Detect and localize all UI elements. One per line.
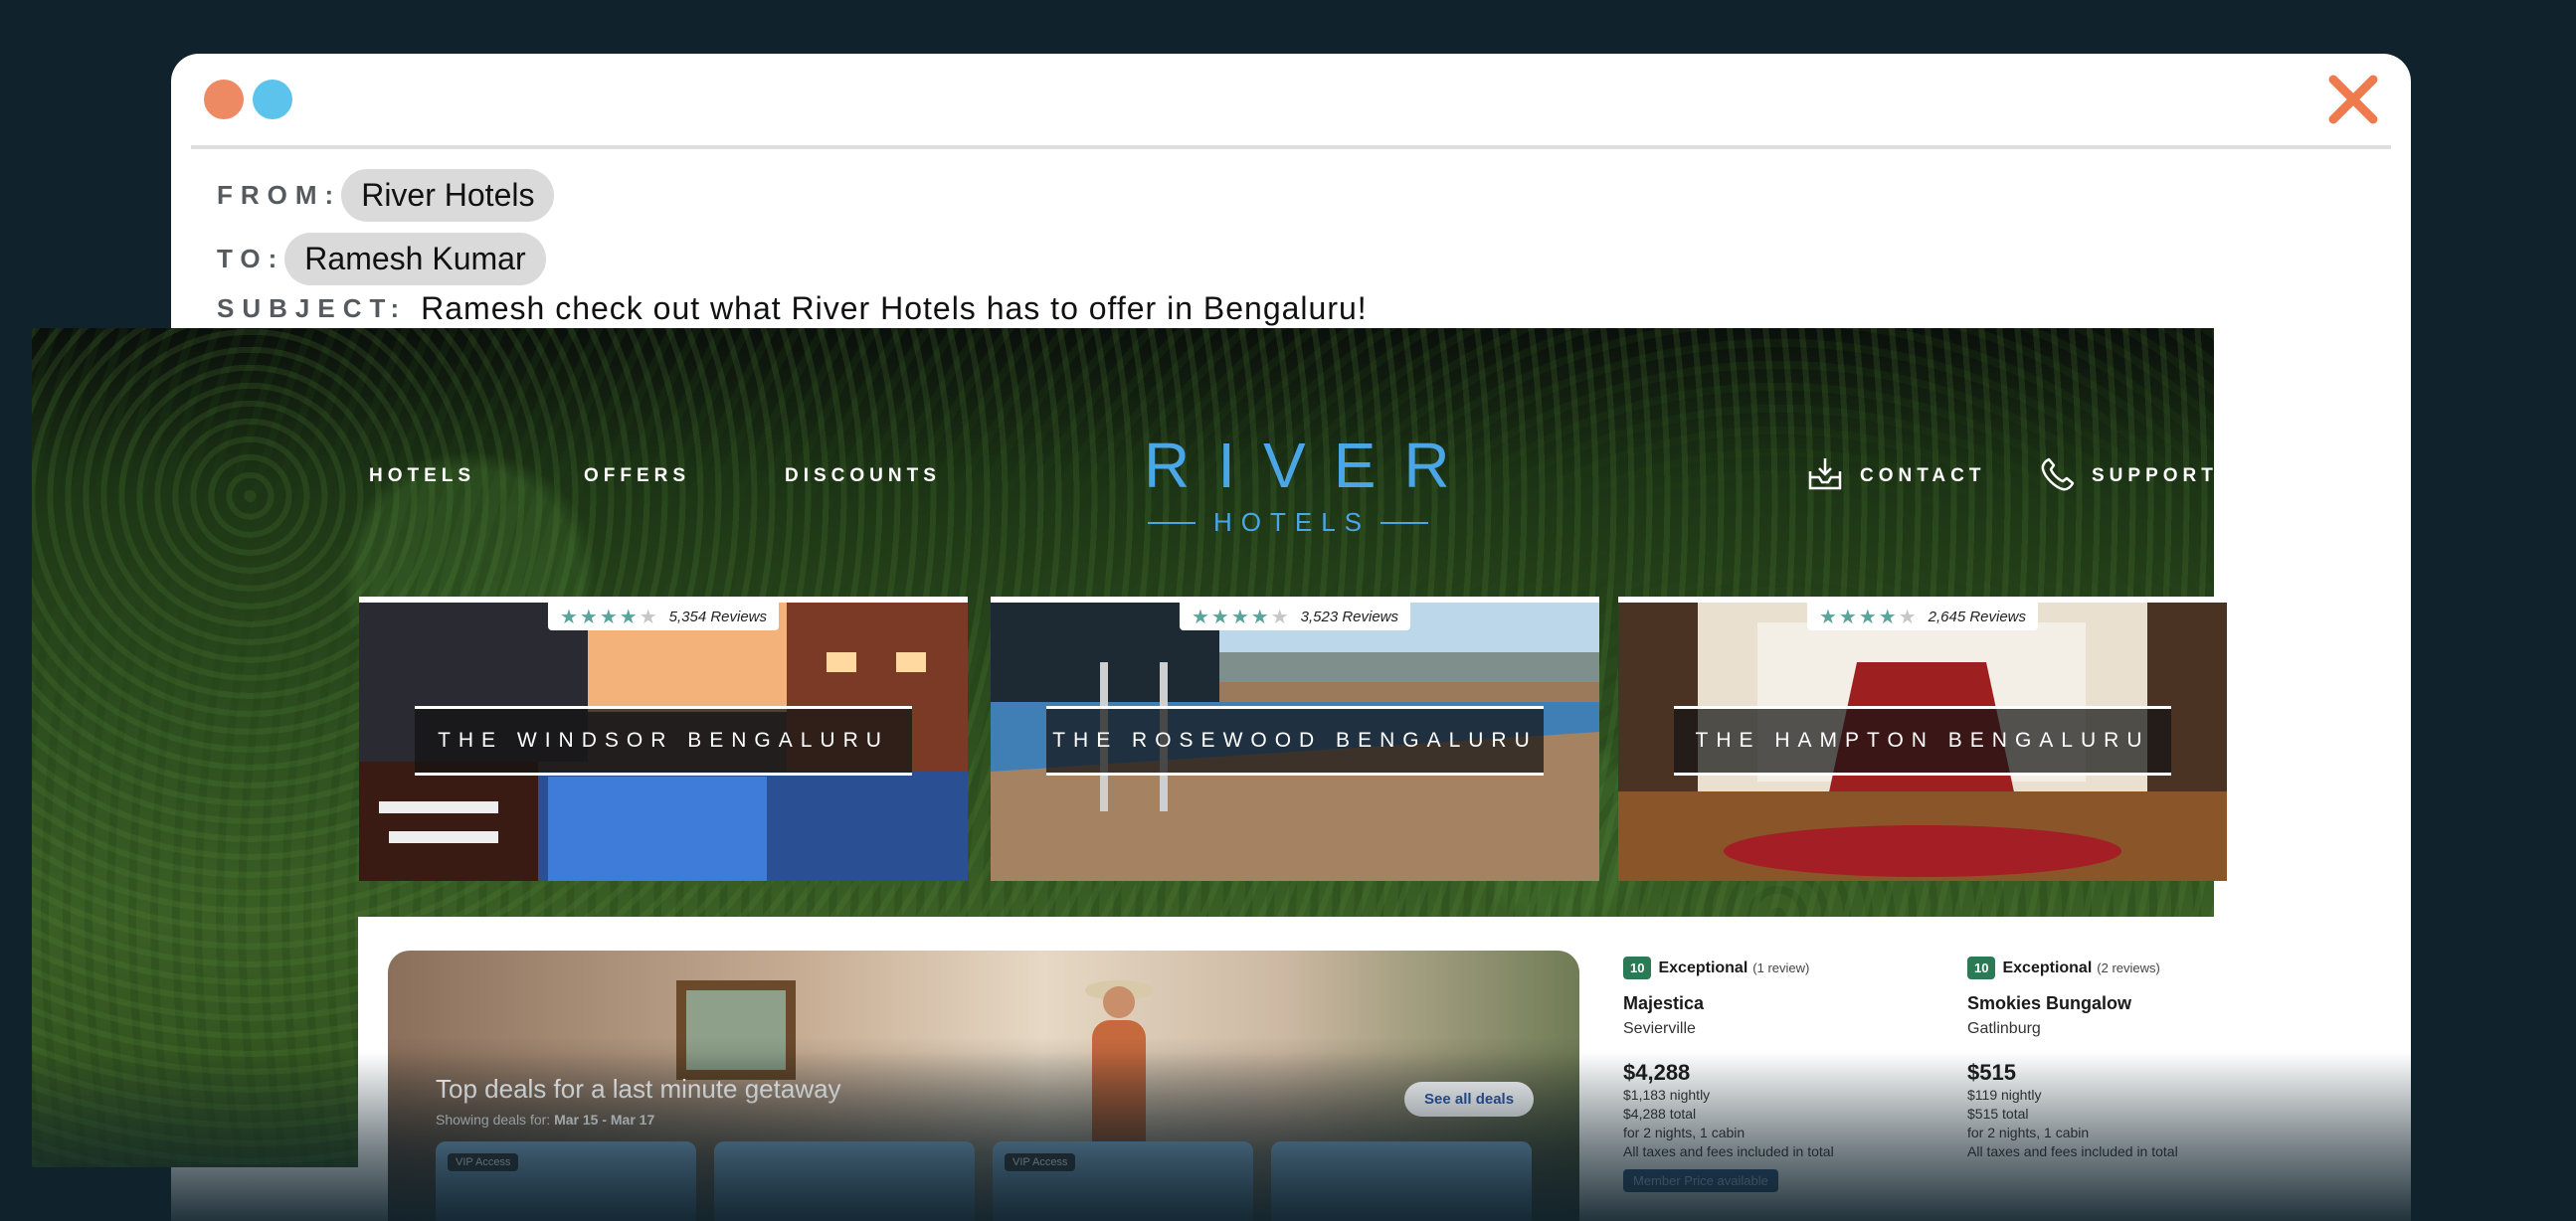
review-count: (1 review) xyxy=(1752,960,1810,975)
hotel-name: THE WINDSOR BENGALURU xyxy=(415,706,912,776)
score-badge: 10 xyxy=(1623,957,1652,979)
nav-contact[interactable]: CONTACT xyxy=(1860,465,1985,487)
vip-badge: VIP Access xyxy=(448,1153,519,1171)
subject-row: SUBJECT: Ramesh check out what River Hot… xyxy=(217,290,1368,327)
star-icon: ★★★★★ xyxy=(1818,606,1919,628)
logo-rule-left xyxy=(1147,521,1196,524)
listing-name: Smokies Bungalow xyxy=(1967,993,2132,1013)
logo-rule-right xyxy=(1380,521,1429,524)
to-label: TO: xyxy=(217,244,285,273)
deals-panel: Top deals for a last minute getaway Show… xyxy=(358,917,2222,1221)
subject-label: SUBJECT: xyxy=(217,293,408,323)
deal-thumbnail[interactable]: VIP Access xyxy=(993,1141,1253,1221)
hotel-card[interactable]: ★★★★★ 5,354 Reviews THE WINDSOR BENGALUR… xyxy=(359,597,968,881)
rating-tab: ★★★★★ 5,354 Reviews xyxy=(547,603,780,630)
to-row: TO: Ramesh Kumar xyxy=(217,233,546,285)
window-dot-orange[interactable] xyxy=(204,80,244,119)
listing-total: $4,288 total xyxy=(1623,1106,1697,1122)
score-badge: 10 xyxy=(1967,957,1996,979)
deal-thumbnail[interactable]: VIP Access xyxy=(436,1141,696,1221)
listing-stay: for 2 nights, 1 cabin xyxy=(1967,1125,2090,1140)
review-count: 3,523 Reviews xyxy=(1300,608,1399,625)
listing-price: $4,288 xyxy=(1623,1060,1691,1085)
deal-dates: Mar 15 - Mar 17 xyxy=(554,1112,655,1128)
deal-thumbnail[interactable] xyxy=(714,1141,975,1221)
promo-subtitle: Showing deals for: Mar 15 - Mar 17 xyxy=(436,1112,654,1128)
star-icon: ★★★★★ xyxy=(1191,606,1291,628)
phone-icon[interactable] xyxy=(2039,455,2077,493)
logo-hotels: HOTELS xyxy=(1212,507,1372,537)
listing-card[interactable]: 10 Exceptional (2 reviews) Smokies Bunga… xyxy=(1967,957,2222,1161)
listing-name: Majestica xyxy=(1623,993,1705,1013)
deal-thumbnail[interactable] xyxy=(1271,1141,1532,1221)
listing-city: Gatlinburg xyxy=(1967,1020,2041,1037)
hotel-card[interactable]: ★★★★★ 2,645 Reviews THE HAMPTON BENGALUR… xyxy=(1618,597,2227,881)
hotel-name: THE ROSEWOOD BENGALURU xyxy=(1046,706,1544,776)
listing-stay: for 2 nights, 1 cabin xyxy=(1623,1125,1746,1140)
nav-support[interactable]: SUPPORT xyxy=(2092,465,2218,487)
from-row: FROM: River Hotels xyxy=(217,169,555,222)
listing-city: Sevierville xyxy=(1623,1020,1696,1037)
listing-card[interactable]: 10 Exceptional (1 review) Majestica Sevi… xyxy=(1623,957,1882,1192)
listing-nightly: $1,183 nightly xyxy=(1623,1087,1711,1103)
see-all-deals-button[interactable]: See all deals xyxy=(1404,1082,1535,1117)
mail-tray-icon[interactable] xyxy=(1806,455,1844,493)
rating-tab: ★★★★★ 3,523 Reviews xyxy=(1179,603,1411,630)
member-price-badge: Member Price available xyxy=(1623,1169,1778,1192)
review-count: 5,354 Reviews xyxy=(668,608,768,625)
close-icon[interactable] xyxy=(2325,72,2381,127)
star-icon: ★★★★★ xyxy=(559,606,659,628)
hotel-card[interactable]: ★★★★★ 3,523 Reviews THE ROSEWOOD BENGALU… xyxy=(991,597,1599,881)
score-label: Exceptional xyxy=(1658,959,1748,976)
rating-tab: ★★★★★ 2,645 Reviews xyxy=(1806,603,2039,630)
listing-taxes: All taxes and fees included in total xyxy=(1623,1143,1834,1159)
river-hotels-logo[interactable]: RIVER HOTELS xyxy=(1144,434,1450,538)
logo-river: RIVER xyxy=(1144,430,1478,501)
to-pill[interactable]: Ramesh Kumar xyxy=(284,233,546,285)
showing-label: Showing deals for: xyxy=(436,1112,551,1128)
subject-text: Ramesh check out what River Hotels has t… xyxy=(421,290,1368,326)
listing-price: $515 xyxy=(1967,1060,2016,1085)
hotel-name: THE HAMPTON BENGALURU xyxy=(1674,706,2171,776)
header-divider xyxy=(191,145,2391,149)
review-count: (2 reviews) xyxy=(2097,960,2160,975)
promo-title: Top deals for a last minute getaway xyxy=(436,1074,841,1104)
vip-badge: VIP Access xyxy=(1005,1153,1076,1171)
listing-total: $515 total xyxy=(1967,1106,2029,1122)
nav-hotels[interactable]: HOTELS xyxy=(369,465,475,487)
nav-offers[interactable]: OFFERS xyxy=(584,465,690,487)
from-label: FROM: xyxy=(217,180,342,210)
score-label: Exceptional xyxy=(2002,959,2093,976)
nav-discounts[interactable]: DISCOUNTS xyxy=(785,465,941,487)
from-pill[interactable]: River Hotels xyxy=(341,169,555,222)
listing-taxes: All taxes and fees included in total xyxy=(1967,1143,2178,1159)
listing-nightly: $119 nightly xyxy=(1967,1087,2042,1103)
window-dot-blue[interactable] xyxy=(253,80,292,119)
review-count: 2,645 Reviews xyxy=(1928,608,2027,625)
promo-banner[interactable]: Top deals for a last minute getaway Show… xyxy=(388,951,1579,1221)
